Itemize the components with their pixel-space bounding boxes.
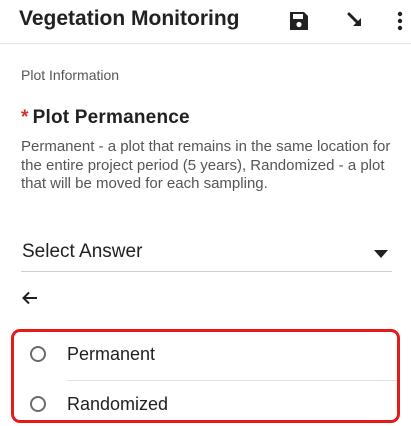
save-icon[interactable] [286, 8, 312, 34]
page: Vegetation Monitoring Plot Information *… [0, 0, 411, 426]
question-title-text: Plot Permanence [32, 107, 190, 128]
radio-unchecked-icon[interactable] [30, 346, 46, 362]
question-description: Permanent - a plot that remains in the s… [21, 138, 391, 192]
question-title: * Plot Permanence [21, 107, 190, 129]
app-toolbar: Vegetation Monitoring [0, 0, 411, 44]
option-permanent[interactable]: Permanent [30, 336, 390, 376]
answer-select[interactable]: Select Answer [21, 236, 392, 272]
radio-unchecked-icon[interactable] [30, 396, 46, 412]
save-icon-graphic [290, 12, 308, 30]
caret-down-icon [374, 250, 388, 258]
option-divider [67, 380, 397, 381]
back-arrow-icon[interactable] [18, 286, 42, 310]
download-arrow-icon-graphic [347, 12, 361, 26]
more-vertical-icon-graphic [397, 11, 403, 31]
more-vertical-icon[interactable] [393, 8, 407, 34]
section-label: Plot Information [21, 67, 120, 83]
required-marker: * [21, 107, 29, 128]
select-value: Select Answer [22, 241, 143, 262]
page-title: Vegetation Monitoring [19, 7, 240, 30]
option-label: Randomized [67, 394, 169, 414]
option-randomized[interactable]: Randomized [30, 386, 390, 426]
download-arrow-icon[interactable] [343, 8, 369, 34]
back-arrow-icon-graphic [22, 291, 37, 305]
option-label: Permanent [67, 344, 156, 364]
